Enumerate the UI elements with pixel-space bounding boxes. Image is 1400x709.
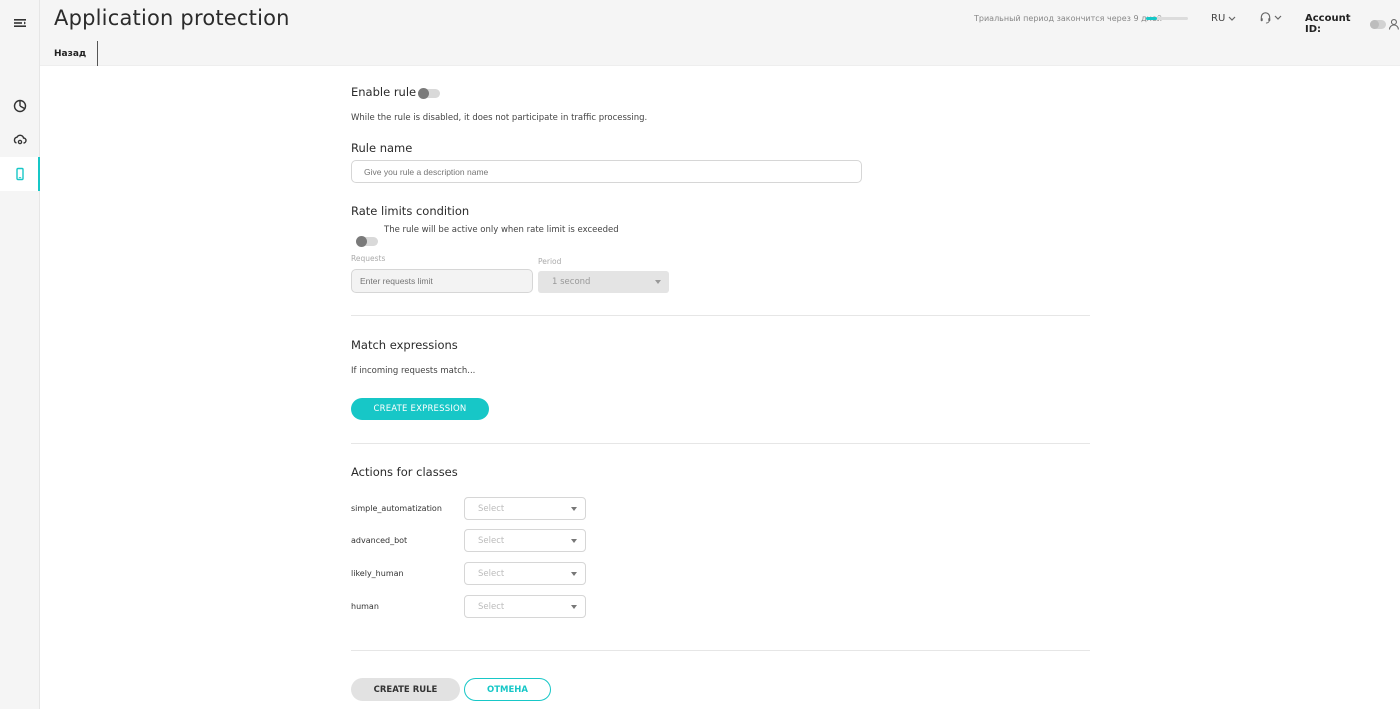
- sidebar-item-dashboard[interactable]: [0, 89, 40, 123]
- class-label-human: human: [351, 602, 379, 611]
- enable-rule-label: Enable rule: [351, 85, 417, 99]
- rule-form: Enable rule While the rule is disabled, …: [351, 66, 1091, 701]
- select-value: Select: [478, 601, 505, 612]
- support-menu[interactable]: [1259, 11, 1282, 24]
- headset-icon: [1260, 12, 1271, 24]
- class-label-simple-automatization: simple_automatization: [351, 504, 442, 513]
- chevron-down-icon: [571, 604, 577, 609]
- class-action-select-human[interactable]: Select: [464, 595, 586, 618]
- class-action-select-advanced-bot[interactable]: Select: [464, 529, 586, 552]
- class-label-advanced-bot: advanced_bot: [351, 536, 408, 545]
- menu-icon: [14, 19, 26, 27]
- requests-label: Requests: [351, 254, 386, 263]
- enable-rule-hint: While the rule is disabled, it does not …: [351, 113, 648, 123]
- account-id-toggle[interactable]: [1370, 19, 1387, 29]
- period-label: Period: [538, 257, 562, 266]
- account-menu[interactable]: Account ID:: [1305, 13, 1400, 35]
- section-divider: [351, 315, 1090, 316]
- select-value: Select: [478, 503, 505, 514]
- section-divider: [351, 443, 1090, 444]
- page-title: Application protection: [54, 6, 290, 30]
- chevron-down-icon: [1274, 15, 1282, 20]
- trial-period-text: Триальный период закончится через 9 дней: [974, 14, 1162, 23]
- sidebar-item-protection[interactable]: [0, 123, 40, 157]
- back-button[interactable]: Назад: [40, 41, 98, 66]
- trial-progress-fill: [1146, 17, 1157, 20]
- class-label-likely-human: likely_human: [351, 569, 404, 578]
- chevron-down-icon: [571, 571, 577, 576]
- chevron-down-icon: [571, 538, 577, 543]
- match-expressions-label: Match expressions: [351, 338, 458, 352]
- match-expressions-hint: If incoming requests match...: [351, 366, 476, 376]
- chevron-down-icon: [571, 506, 577, 511]
- language-label: RU: [1211, 13, 1226, 24]
- class-action-select-simple-automatization[interactable]: Select: [464, 497, 586, 520]
- period-value: 1 second: [552, 277, 591, 287]
- rate-limits-label: Rate limits condition: [351, 204, 470, 218]
- trial-progress-bar: [1146, 17, 1188, 20]
- enable-rule-toggle[interactable]: [418, 88, 440, 99]
- rule-name-label: Rule name: [351, 141, 413, 155]
- cancel-button[interactable]: ОТМЕНА: [464, 678, 551, 701]
- rate-limits-toggle[interactable]: [356, 236, 378, 247]
- menu-toggle-button[interactable]: [0, 6, 40, 40]
- create-rule-button[interactable]: CREATE RULE: [351, 678, 460, 701]
- mobile-app-icon: [16, 167, 24, 181]
- period-select[interactable]: 1 second: [538, 271, 669, 293]
- chevron-down-icon: [1228, 16, 1236, 21]
- sidebar: [0, 0, 40, 709]
- sidebar-item-application[interactable]: [0, 157, 40, 191]
- cloud-shield-icon: [13, 134, 27, 145]
- dashboard-pie-icon: [13, 99, 27, 113]
- select-value: Select: [478, 568, 505, 579]
- rule-name-input[interactable]: [351, 160, 862, 183]
- section-divider: [351, 650, 1090, 651]
- top-header: Application protection Триальный период …: [40, 0, 1400, 41]
- actions-for-classes-label: Actions for classes: [351, 465, 458, 479]
- sub-navigation-bar: Назад: [40, 41, 1400, 66]
- select-value: Select: [478, 535, 505, 546]
- requests-limit-input[interactable]: [351, 269, 533, 293]
- class-action-select-likely-human[interactable]: Select: [464, 562, 586, 585]
- chevron-down-icon: [655, 280, 661, 284]
- create-expression-button[interactable]: CREATE EXPRESSION: [351, 398, 489, 420]
- rate-limits-hint: The rule will be active only when rate l…: [384, 225, 619, 235]
- language-selector[interactable]: RU: [1211, 13, 1236, 24]
- user-icon: [1389, 19, 1400, 30]
- account-label: Account ID:: [1305, 13, 1351, 35]
